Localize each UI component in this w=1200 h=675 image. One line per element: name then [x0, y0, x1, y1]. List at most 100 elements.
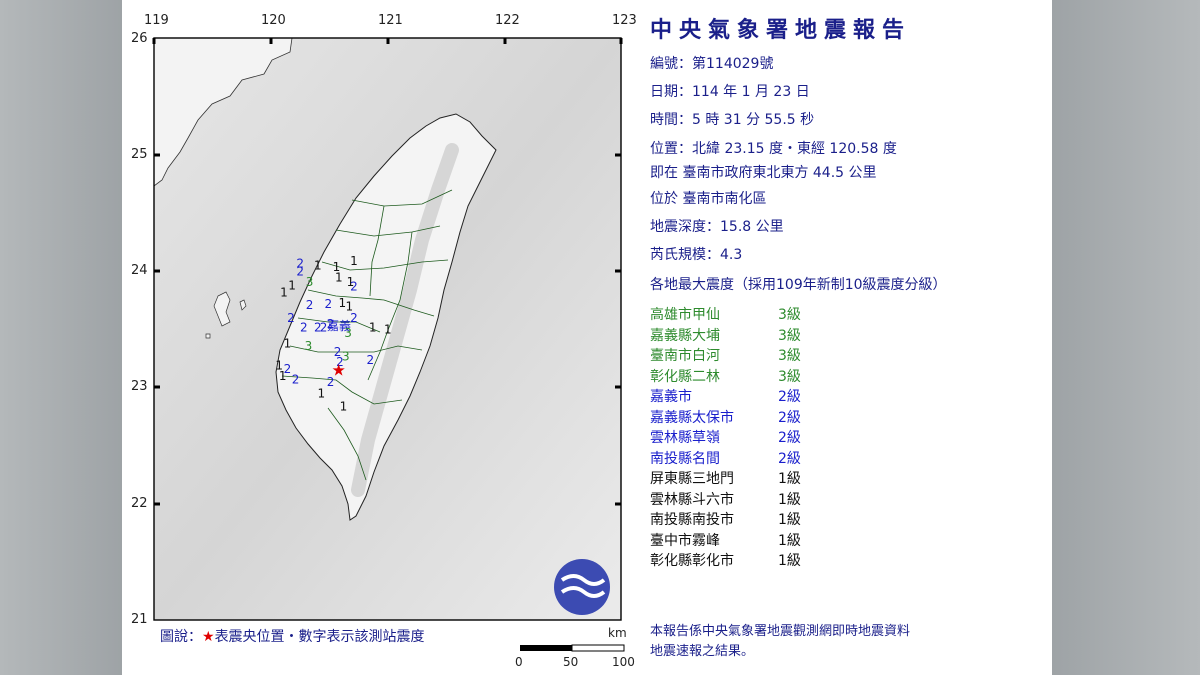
magnitude-label: 芮氏規模：: [650, 247, 720, 263]
scale-unit: km: [608, 626, 627, 640]
station-intensity: 1: [335, 270, 343, 284]
number-value: 第114029號: [692, 56, 774, 72]
station-intensity: 2: [350, 311, 358, 325]
station-intensity: 1: [350, 254, 358, 268]
intensity-level: 3級: [778, 348, 801, 364]
station-intensity: 2: [324, 297, 332, 311]
intensity-level: 3級: [778, 307, 801, 323]
date-label: 日期：: [650, 84, 692, 100]
report-number: 編號：第114029號: [650, 53, 773, 73]
lon-tick-119: 119: [144, 13, 169, 28]
lat-tick-26: 26: [131, 31, 148, 46]
intensity-row: 彰化縣彰化市 1級: [650, 550, 801, 570]
station-intensity: 2: [296, 264, 304, 278]
intensity-level: 2級: [778, 409, 801, 426]
depth-label: 地震深度：: [650, 219, 720, 235]
lat-tick-23: 23: [131, 379, 148, 394]
report-date: 日期：114 年 1 月 23 日: [650, 81, 810, 101]
station-intensity: 2: [366, 353, 374, 367]
intensity-location: 高雄市甲仙: [650, 307, 720, 323]
intensity-location: 雲林縣草嶺: [650, 430, 720, 446]
intensity-location: 彰化縣彰化市: [650, 553, 734, 569]
station-intensity: 2: [300, 320, 308, 334]
right-blurred-backdrop: [1052, 0, 1200, 675]
station-intensity: 1: [314, 259, 322, 273]
intensity-location: 臺中市霧峰: [650, 532, 720, 549]
legend-prefix: 圖說：: [160, 629, 202, 645]
station-intensity: 1: [288, 278, 296, 292]
map-legend: 圖說：★表震央位置・數字表示該測站震度: [160, 626, 425, 646]
report-position: 位置：北緯 23.15 度・東經 120.58 度: [650, 138, 897, 158]
report-footer: 本報告係中央氣象署地震觀測網即時地震資料 地震速報之結果。: [650, 622, 910, 662]
intensity-row: 屏東縣三地門 1級: [650, 468, 801, 488]
intensity-location: 南投縣南投市: [650, 512, 734, 528]
legend-text: 表震央位置・數字表示該測站震度: [214, 629, 425, 645]
station-intensity: 1: [317, 387, 325, 401]
station-intensity: 2: [292, 373, 300, 387]
intensity-level: 3級: [778, 327, 801, 344]
intensity-row: 南投縣名間 2級: [650, 448, 801, 468]
intensity-row: 雲林縣斗六市 1級: [650, 489, 801, 509]
intensity-level: 2級: [778, 430, 801, 446]
intensity-level: 1級: [778, 553, 801, 569]
intensity-level: 1級: [778, 471, 801, 487]
intensity-level: 1級: [778, 532, 801, 549]
station-intensity: 1: [384, 323, 392, 337]
station-intensity: 2: [327, 317, 335, 331]
earthquake-report: 嘉義 2111213121122112222221131323221212211…: [122, 0, 1052, 675]
epicenter-star-icon: ★: [331, 361, 345, 380]
scale-bar: [520, 644, 625, 652]
intensity-row: 彰化縣二林 3級: [650, 366, 801, 386]
intensity-row: 臺中市霧峰 1級: [650, 530, 801, 550]
left-blurred-backdrop: [0, 0, 122, 675]
intensity-heading: 各地最大震度（採用109年新制10級震度分級）: [650, 277, 947, 293]
cwa-logo: [554, 559, 610, 615]
lat-tick-24: 24: [131, 263, 148, 278]
report-magnitude: 芮氏規模：4.3: [650, 244, 742, 264]
time-value: 5 時 31 分 55.5 秒: [692, 112, 815, 128]
footer-line-2: 地震速報之結果。: [650, 644, 755, 659]
intensity-location: 雲林縣斗六市: [650, 491, 734, 508]
intensity-row: 臺南市白河 3級: [650, 345, 801, 365]
district: 位於 臺南市南化區: [650, 191, 767, 207]
earthquake-map: 嘉義 2 1 1 12 13 12112 2 1 12 222 22 1 131 3 2 3 221 21 2 211…: [152, 37, 625, 652]
report-time: 時間：5 時 31 分 55.5 秒: [650, 109, 814, 129]
station-intensity: 3: [305, 339, 313, 353]
intensity-row: 嘉義縣大埔 3級: [650, 325, 801, 345]
station-intensity: 2: [350, 280, 358, 294]
relative-location: 即在 臺南市政府東北東方 44.5 公里: [650, 165, 877, 181]
depth-value: 15.8 公里: [720, 219, 784, 235]
lon-tick-122: 122: [495, 13, 520, 28]
legend-star-icon: ★: [202, 629, 215, 645]
intensity-row: 南投縣南投市 1級: [650, 509, 801, 529]
station-intensity: 2: [320, 320, 328, 334]
magnitude-value: 4.3: [720, 247, 743, 263]
intensity-level: 3級: [778, 368, 801, 385]
station-intensity: 1: [340, 399, 348, 413]
station-intensity: 3: [306, 275, 314, 289]
position-label: 位置：: [650, 141, 692, 157]
station-intensity: 3: [344, 326, 352, 340]
intensity-row: 雲林縣草嶺 2級: [650, 427, 801, 447]
scale-label-0: 0: [515, 655, 523, 669]
station-intensity: 1: [280, 285, 288, 299]
number-label: 編號：: [650, 56, 692, 72]
intensity-location: 屏東縣三地門: [650, 471, 734, 487]
report-title: 中央氣象署地震報告: [650, 18, 912, 43]
station-intensity: 2: [306, 298, 314, 312]
scale-label-100: 100: [612, 655, 635, 669]
scale-label-50: 50: [563, 655, 579, 669]
position-value: 北緯 23.15 度・東經 120.58 度: [692, 141, 897, 157]
intensity-location: 臺南市白河: [650, 348, 720, 364]
intensity-row: 嘉義縣太保市 2級: [650, 407, 801, 427]
intensity-level: 1級: [778, 491, 801, 508]
station-intensity: 1: [279, 369, 287, 383]
time-label: 時間：: [650, 112, 692, 128]
lat-tick-25: 25: [131, 147, 148, 162]
date-value: 114 年 1 月 23 日: [692, 84, 810, 100]
intensity-level: 2級: [778, 450, 801, 467]
station-intensity: 1: [369, 320, 377, 334]
lon-tick-120: 120: [261, 13, 286, 28]
intensity-row: 嘉義市 2級: [650, 386, 801, 406]
intensity-location: 嘉義市: [650, 389, 692, 405]
